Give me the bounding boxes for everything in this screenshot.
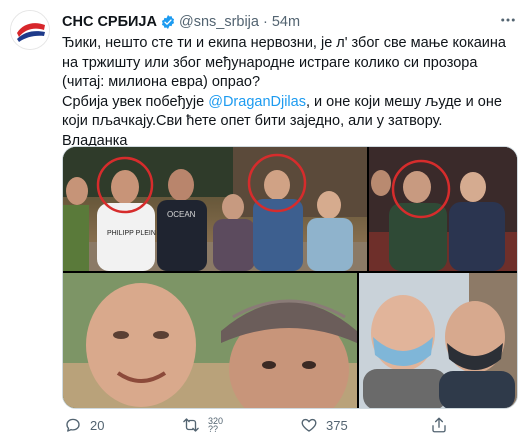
photo-masked-selfie-image [359, 273, 517, 408]
tweet-text-segment: Србија увек побеђује [62, 93, 209, 110]
share-button[interactable] [430, 414, 448, 436]
avatar[interactable] [10, 10, 50, 50]
photo-selfie[interactable] [63, 273, 357, 408]
tweet-actions: 20 320 ?? 375 [62, 414, 518, 436]
photo-group-outdoors-image: PHILIPP PLEIN OCEAN [63, 147, 367, 271]
sns-logo-icon [11, 11, 49, 49]
photo-selfie-image [63, 273, 357, 408]
photo-seated-group-image [369, 147, 517, 271]
display-name[interactable]: СНС СРБИЈА [62, 14, 157, 30]
retweet-count: 320 ?? [208, 416, 224, 434]
separator-dot: · [262, 14, 268, 30]
tweet-text-paragraph-1: Ђики, нешто сте ти и екипа нервозни, је … [62, 35, 506, 90]
retweet-icon [183, 418, 199, 432]
verified-badge-icon [160, 14, 176, 30]
shirt-text-2: OCEAN [167, 210, 196, 219]
retweet-button[interactable]: 320 ?? [182, 414, 230, 436]
handle[interactable]: @sns_srbija [179, 14, 259, 30]
tweet-text: Ђики, нешто сте ти и екипа нервозни, је … [62, 34, 514, 151]
more-icon[interactable] [498, 10, 518, 30]
timestamp[interactable]: 54m [272, 14, 300, 30]
photo-group-outdoors[interactable]: PHILIPP PLEIN OCEAN [63, 147, 367, 271]
share-icon [432, 417, 446, 433]
photo-seated-group[interactable] [369, 147, 517, 271]
like-icon [301, 418, 317, 432]
photo-masked-selfie[interactable] [359, 273, 517, 408]
reply-icon [66, 418, 80, 432]
mention-link[interactable]: @DraganDjilas [208, 94, 306, 110]
tweet-header: СНС СРБИЈА @sns_srbija · 54m [62, 13, 300, 31]
media-grid: PHILIPP PLEIN OCEAN [62, 146, 518, 409]
shirt-text-1: PHILIPP PLEIN [107, 230, 156, 237]
reply-count: 20 [90, 417, 105, 433]
like-button[interactable]: 375 [300, 414, 348, 436]
like-count: 375 [326, 417, 348, 433]
tweet[interactable]: СНС СРБИЈА @sns_srbija · 54m Ђики, нешто… [0, 0, 527, 440]
tweet-text-paragraph-2: Србија увек побеђује @DraganDjilas, и он… [62, 93, 514, 132]
reply-button[interactable]: 20 [64, 414, 104, 436]
